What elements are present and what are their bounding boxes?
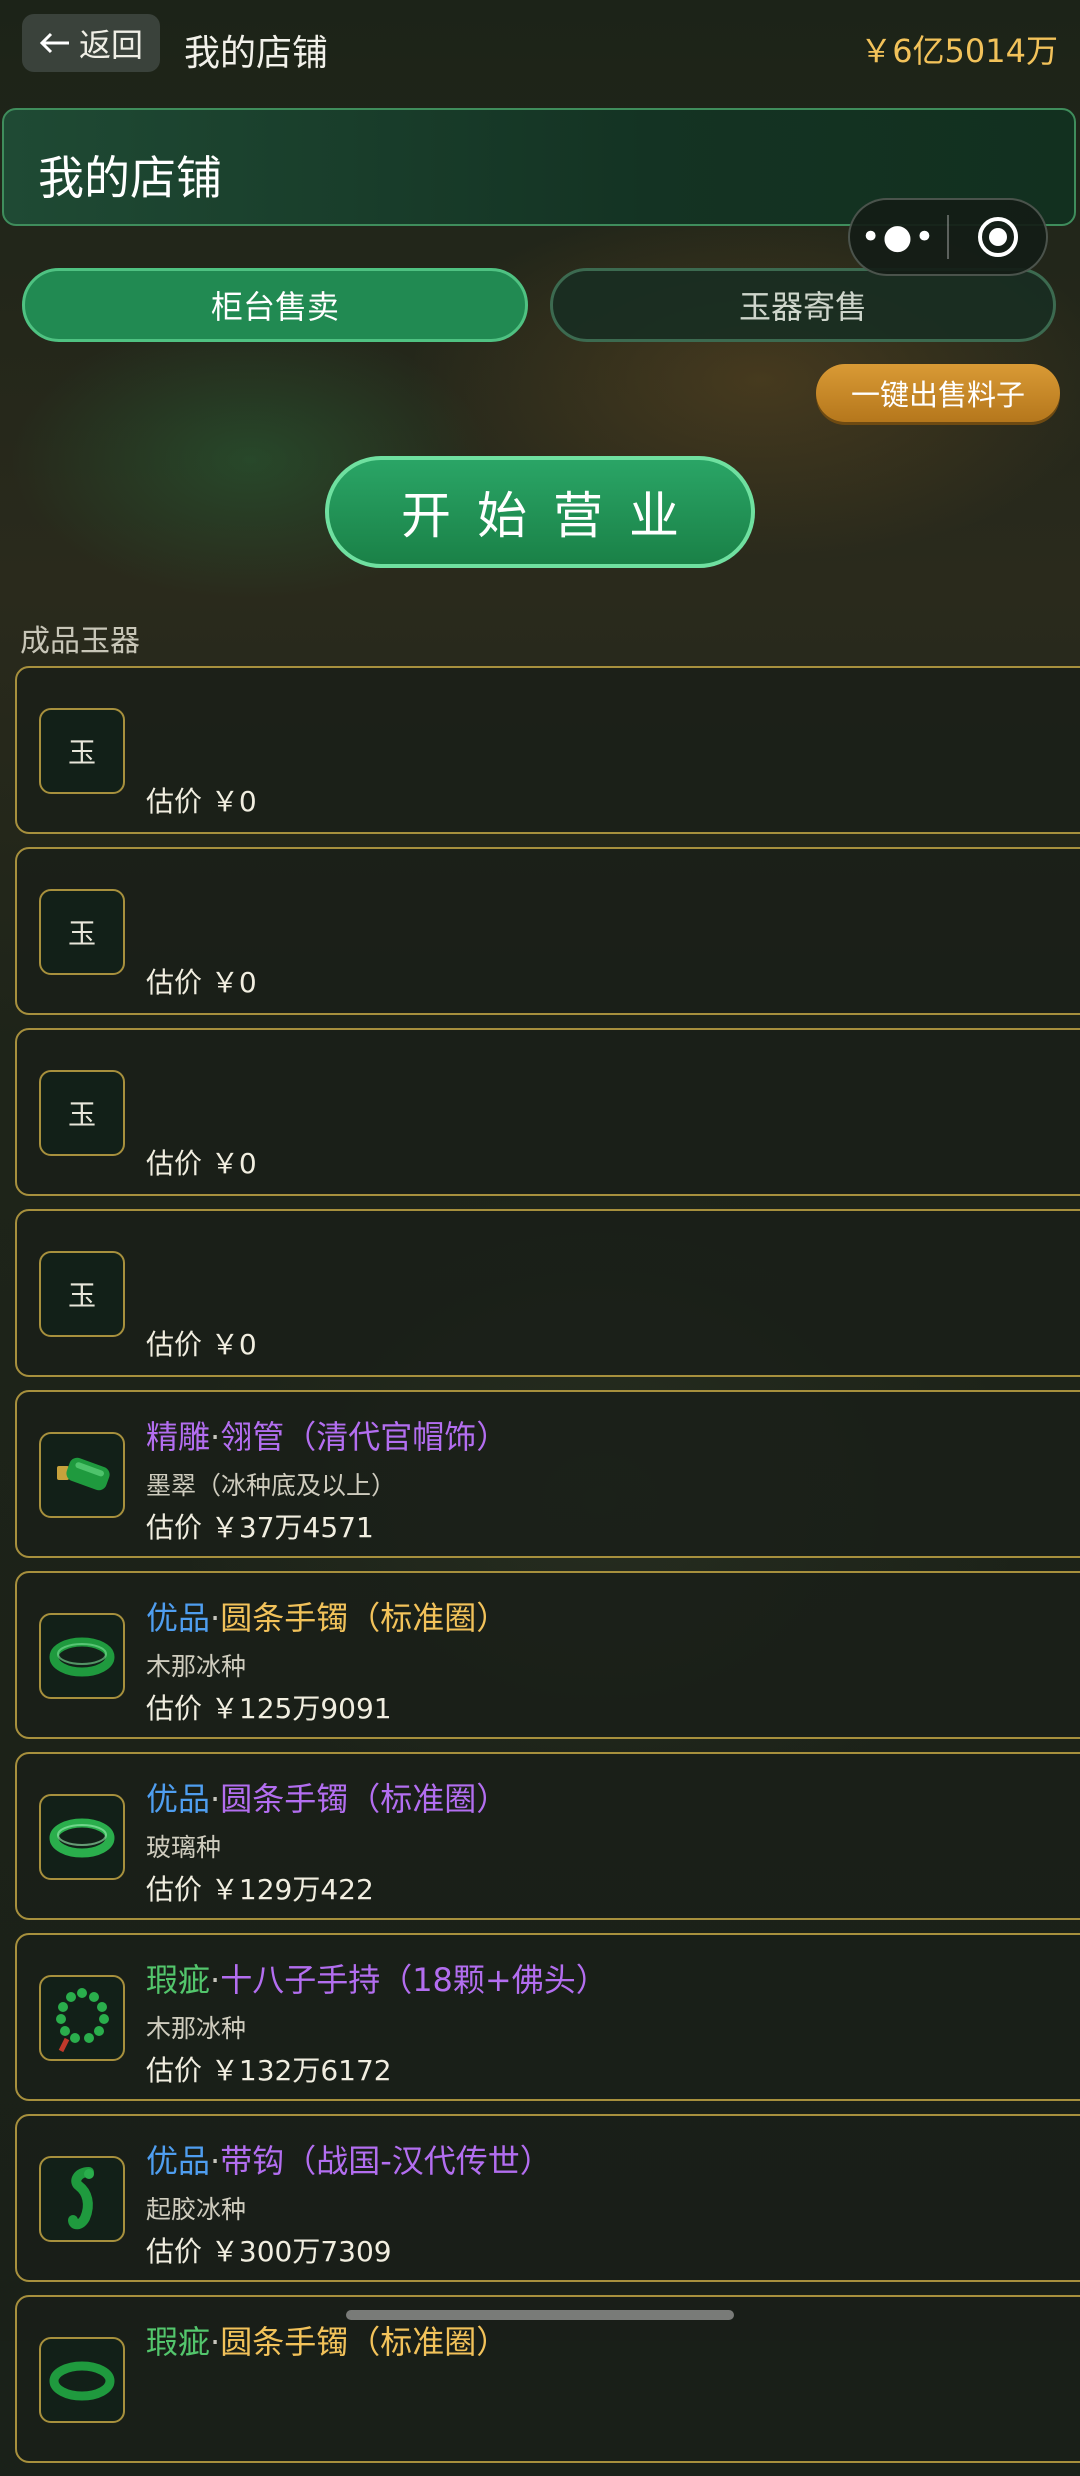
price-line: 估价 ￥300万7309 [146, 2230, 392, 2270]
item-name: 优品·带钩（战国-汉代传世） [146, 2136, 552, 2182]
jade-bangle-icon [39, 1613, 125, 1699]
jade-item-list: 玉 估价 ￥0 玉 估价 ￥0 玉 估价 ￥0 玉 估价 ￥0 精雕·翎管（清代… [15, 666, 1080, 2476]
tab-counter-sale[interactable]: 柜台售卖 [22, 268, 528, 342]
jade-beads-icon [39, 1975, 125, 2061]
back-label: 返回 [78, 26, 143, 64]
separator: · [210, 1599, 221, 1637]
price-label: 估价 [146, 1873, 203, 1906]
target-circle-icon[interactable] [949, 215, 1046, 259]
jade-bangle-icon [39, 1794, 125, 1880]
item-name: 瑕疵·十八子手持（18颗+佛头） [146, 1955, 608, 2001]
grade-label: 优品 [146, 1780, 211, 1818]
material-label: 墨翠（冰种底及以上） [146, 1471, 397, 1500]
arrow-left-icon [39, 32, 69, 54]
jade-placeholder-icon: 玉 [39, 1251, 125, 1337]
grade-label: 优品 [146, 1599, 211, 1637]
list-item[interactable]: 玉 估价 ￥0 [15, 1209, 1080, 1377]
price-value: ￥0 [210, 785, 257, 818]
material-label: 木那冰种 [146, 2014, 247, 2043]
home-indicator [346, 2310, 734, 2320]
price-label: 估价 [146, 2054, 203, 2087]
back-button[interactable]: 返回 [22, 14, 160, 72]
price-value: ￥0 [210, 1328, 257, 1361]
price-line: 估价 ￥37万4571 [146, 1506, 374, 1546]
separator: · [210, 1780, 221, 1818]
placeholder-glyph: 玉 [67, 1279, 96, 1312]
jade-hook-icon [39, 2156, 125, 2242]
jade-placeholder-icon: 玉 [39, 1070, 125, 1156]
material-label: 木那冰种 [146, 1652, 247, 1681]
item-title: 十八子手持（18颗+佛头） [220, 1961, 608, 1999]
price-line: 估价 ￥125万9091 [146, 1687, 392, 1727]
grade-label: 优品 [146, 2142, 211, 2180]
jade-placeholder-icon: 玉 [39, 889, 125, 975]
jade-tube-icon [39, 1432, 125, 1518]
start-business-button[interactable]: 开始营业 [325, 456, 755, 568]
separator: · [210, 2142, 221, 2180]
item-name: 瑕疵·圆条手镯（标准圈） [146, 2317, 508, 2363]
material-label: 起胶冰种 [146, 2195, 247, 2224]
price-label: 估价 [146, 966, 203, 999]
price-line: 估价 ￥0 [146, 1142, 257, 1182]
placeholder-glyph: 玉 [67, 736, 96, 769]
top-bar: 返回 我的店铺 ￥6亿5014万 [0, 0, 1080, 95]
list-item[interactable]: 玉 估价 ￥0 [15, 847, 1080, 1015]
item-name: 优品·圆条手镯（标准圈） [146, 1593, 508, 1639]
tab-consignment[interactable]: 玉器寄售 [550, 268, 1056, 342]
grade-label: 精雕 [146, 1418, 211, 1456]
price-label: 估价 [146, 785, 203, 818]
price-value: ￥129万422 [210, 1873, 374, 1906]
price-line: 估价 ￥0 [146, 780, 257, 820]
price-value: ￥125万9091 [210, 1692, 392, 1725]
item-title: 带钩（战国-汉代传世） [220, 2142, 552, 2180]
price-value: ￥0 [210, 1147, 257, 1180]
balance-display: ￥6亿5014万 [860, 32, 1058, 70]
separator: · [210, 1418, 221, 1456]
list-item[interactable]: 瑕疵·圆条手镯（标准圈） [15, 2295, 1080, 2463]
price-label: 估价 [146, 1147, 203, 1180]
item-title: 圆条手镯（标准圈） [220, 2323, 509, 2361]
price-value: ￥300万7309 [210, 2235, 392, 2268]
price-line: 估价 ￥132万6172 [146, 2049, 392, 2089]
section-heading: 成品玉器 [20, 624, 140, 659]
price-line: 估价 ￥0 [146, 1323, 257, 1363]
item-name: 优品·圆条手镯（标准圈） [146, 1774, 508, 1820]
list-item[interactable]: 优品·圆条手镯（标准圈） 木那冰种 估价 ￥125万9091 [15, 1571, 1080, 1739]
grade-label: 瑕疵 [146, 2323, 211, 2361]
item-title: 翎管（清代官帽饰） [220, 1418, 509, 1456]
list-item[interactable]: 瑕疵·十八子手持（18颗+佛头） 木那冰种 估价 ￥132万6172 [15, 1933, 1080, 2101]
price-value: ￥0 [210, 966, 257, 999]
item-title: 圆条手镯（标准圈） [220, 1780, 509, 1818]
shop-title: 我的店铺 [38, 151, 222, 205]
material-label: 玻璃种 [146, 1833, 222, 1862]
sell-all-materials-button[interactable]: 一键出售料子 [816, 364, 1060, 422]
list-item[interactable]: 玉 估价 ￥0 [15, 1028, 1080, 1196]
grade-label: 瑕疵 [146, 1961, 211, 1999]
price-label: 估价 [146, 2235, 203, 2268]
list-item[interactable]: 精雕·翎管（清代官帽饰） 墨翠（冰种底及以上） 估价 ￥37万4571 [15, 1390, 1080, 1558]
more-dots-icon[interactable]: •●• [850, 217, 947, 257]
item-name: 精雕·翎管（清代官帽饰） [146, 1412, 508, 1458]
jade-placeholder-icon: 玉 [39, 708, 125, 794]
miniprogram-capsule: •●• [848, 198, 1048, 276]
price-value: ￥37万4571 [210, 1511, 374, 1544]
price-label: 估价 [146, 1692, 203, 1725]
list-item[interactable]: 优品·圆条手镯（标准圈） 玻璃种 估价 ￥129万422 [15, 1752, 1080, 1920]
page-title: 我的店铺 [184, 33, 329, 74]
placeholder-glyph: 玉 [67, 917, 96, 950]
list-item[interactable]: 优品·带钩（战国-汉代传世） 起胶冰种 估价 ￥300万7309 [15, 2114, 1080, 2282]
price-label: 估价 [146, 1511, 203, 1544]
separator: · [210, 2323, 221, 2361]
placeholder-glyph: 玉 [67, 1098, 96, 1131]
price-line: 估价 ￥0 [146, 961, 257, 1001]
item-title: 圆条手镯（标准圈） [220, 1599, 509, 1637]
list-item[interactable]: 玉 估价 ￥0 [15, 666, 1080, 834]
price-line: 估价 ￥129万422 [146, 1868, 374, 1908]
price-value: ￥132万6172 [210, 2054, 392, 2087]
jade-bangle-icon [39, 2337, 125, 2423]
separator: · [210, 1961, 221, 1999]
price-label: 估价 [146, 1328, 203, 1361]
